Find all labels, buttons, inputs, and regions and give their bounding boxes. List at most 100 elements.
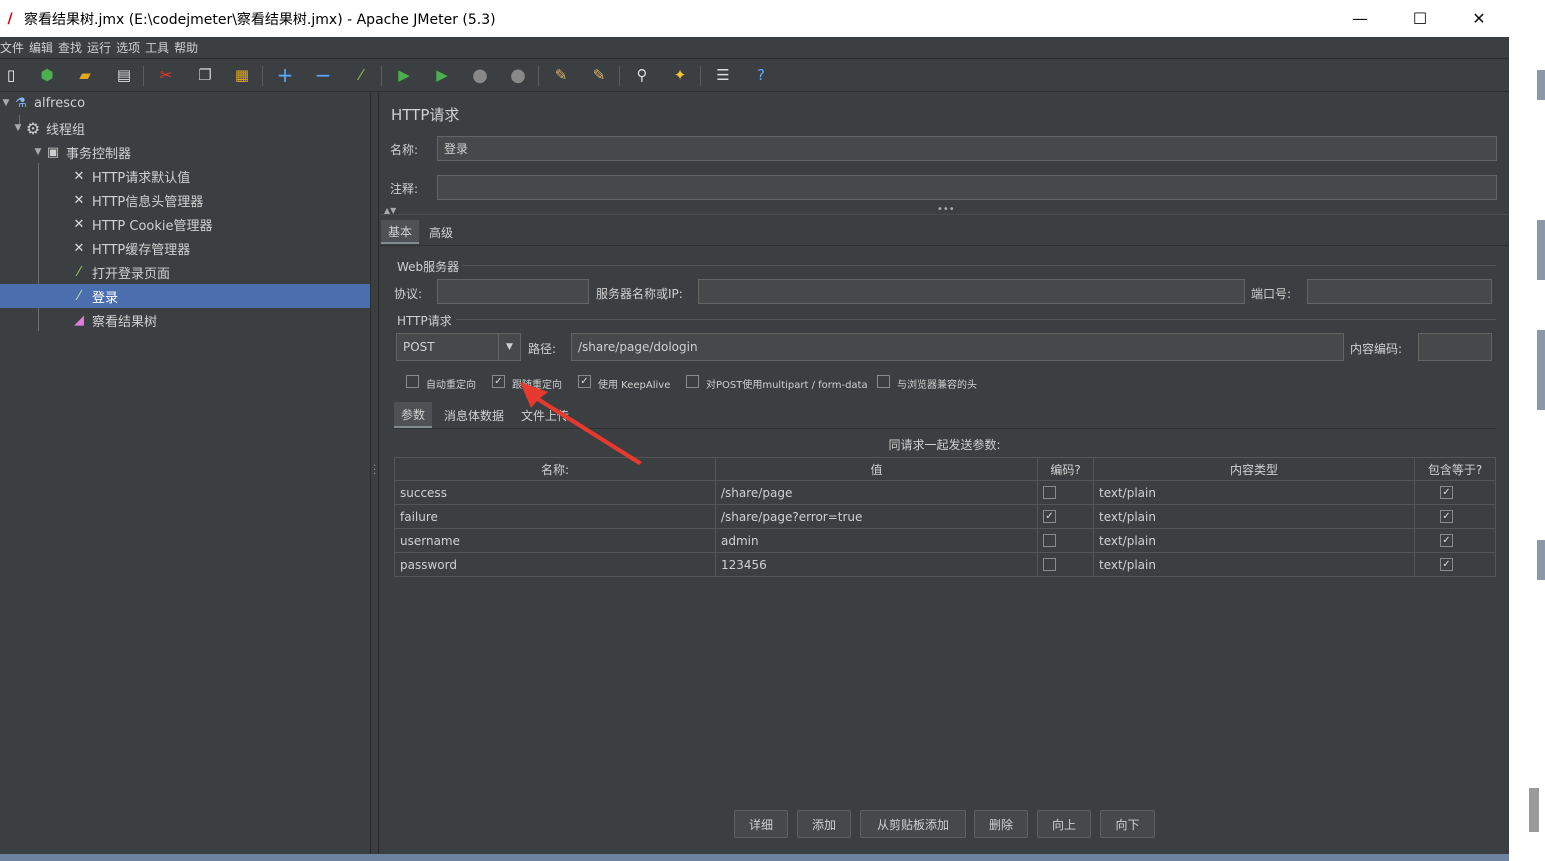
follow-redirect-checkbox[interactable]: ✓	[492, 375, 505, 388]
window-title: 察看结果树.jmx (E:\codejmeter\察看结果树.jmx) - Ap…	[24, 11, 496, 28]
reset-search-icon[interactable]: ✦	[669, 64, 691, 86]
path-input[interactable]: /share/page/dologin	[571, 333, 1344, 361]
menu-edit[interactable]: 编辑	[29, 39, 58, 56]
collapse-toggle-icon[interactable]: ▼	[0, 98, 12, 108]
table-cell-value[interactable]: admin	[716, 529, 1038, 553]
tab-body-data[interactable]: 消息体数据	[437, 402, 511, 428]
table-cell-content-type[interactable]: text/plain	[1094, 505, 1415, 529]
path-label: 路径:	[528, 342, 557, 356]
expand-icon[interactable]: +	[274, 63, 296, 87]
pane-splitter[interactable]: · · ·	[370, 93, 379, 861]
tree-node-cache-manager[interactable]: ✕ HTTP缓存管理器	[0, 236, 370, 260]
copy-icon[interactable]: ❐	[194, 64, 216, 86]
delete-button[interactable]: 删除	[974, 810, 1028, 838]
toolbar-separator	[700, 66, 701, 86]
multipart-checkbox[interactable]	[686, 375, 699, 388]
browser-headers-checkbox[interactable]	[877, 375, 890, 388]
start-icon[interactable]: ▶	[393, 64, 415, 86]
test-plan-tree: ▼ ⚗ alfresco ▼ ⚙ 线程组 ▼ ▣ 事务控制器 ✕ HTTP请求默…	[0, 93, 370, 861]
divider-grip-icon[interactable]: •••	[937, 204, 955, 215]
help-icon[interactable]: ?	[750, 64, 772, 86]
detail-button[interactable]: 详细	[734, 810, 788, 838]
table-cell-content-type[interactable]: text/plain	[1094, 481, 1415, 505]
menu-options[interactable]: 选项	[116, 39, 145, 56]
move-down-button[interactable]: 向下	[1100, 810, 1155, 838]
collapse-icon[interactable]: −	[312, 63, 334, 87]
move-up-button[interactable]: 向上	[1037, 810, 1091, 838]
name-input[interactable]: 登录	[437, 136, 1497, 161]
table-cell-content-type[interactable]: text/plain	[1094, 529, 1415, 553]
menu-help[interactable]: 帮助	[174, 39, 203, 56]
clear-icon[interactable]: ✎	[550, 64, 572, 86]
templates-icon[interactable]: ⬢	[36, 64, 58, 86]
table-cell-value[interactable]: 123456	[716, 553, 1038, 577]
column-header-encode[interactable]: 编码?	[1038, 457, 1094, 481]
minimize-button[interactable]: —	[1331, 0, 1389, 37]
include-equals-checkbox[interactable]: ✓	[1440, 534, 1453, 547]
collapse-arrows-icon[interactable]: ▲▼	[384, 206, 396, 215]
comment-input[interactable]	[437, 175, 1497, 200]
tree-node-label: 察看结果树	[92, 314, 158, 330]
tree-node-header-manager[interactable]: ✕ HTTP信息头管理器	[0, 188, 370, 212]
config-tools-icon: ✕	[73, 168, 85, 184]
close-button[interactable]: ✕	[1450, 0, 1508, 37]
tree-node-thread-group[interactable]: ▼ ⚙ 线程组	[0, 116, 370, 140]
tree-node-results-tree[interactable]: ◢ 察看结果树	[0, 308, 370, 332]
tree-node-cookie-manager[interactable]: ✕ HTTP Cookie管理器	[0, 212, 370, 236]
paste-icon[interactable]: ▦	[231, 64, 253, 86]
toggle-icon[interactable]: ⁄	[350, 64, 372, 86]
table-cell-value[interactable]: /share/page?error=true	[716, 505, 1038, 529]
collapse-toggle-icon[interactable]: ▼	[32, 147, 44, 157]
include-equals-checkbox[interactable]: ✓	[1440, 486, 1453, 499]
shutdown-icon[interactable]: ●	[507, 64, 529, 86]
server-input[interactable]	[698, 279, 1245, 304]
table-cell-name[interactable]: failure	[394, 505, 716, 529]
add-button[interactable]: 添加	[797, 810, 851, 838]
auto-redirect-checkbox[interactable]	[406, 375, 419, 388]
config-tools-icon: ✕	[73, 240, 85, 256]
tree-node-root[interactable]: ▼ ⚗ alfresco	[0, 91, 370, 115]
tree-node-login[interactable]: ⁄ 登录	[0, 284, 370, 308]
search-binoculars-icon[interactable]: ⚲	[631, 64, 653, 86]
start-no-pause-icon[interactable]: ▶	[431, 64, 453, 86]
tab-basic[interactable]: 基本	[381, 220, 420, 244]
menu-run[interactable]: 运行	[87, 39, 116, 56]
column-header-include-equals[interactable]: 包含等于?	[1415, 457, 1496, 481]
encode-checkbox[interactable]: ✓	[1043, 510, 1056, 523]
cut-icon[interactable]: ✂	[155, 64, 177, 86]
stop-icon[interactable]: ●	[469, 64, 491, 86]
protocol-input[interactable]	[437, 279, 589, 304]
tab-advanced[interactable]: 高级	[422, 220, 460, 244]
maximize-button[interactable]: ☐	[1391, 0, 1449, 37]
table-cell-content-type[interactable]: text/plain	[1094, 553, 1415, 577]
table-cell-value[interactable]: /share/page	[716, 481, 1038, 505]
include-equals-checkbox[interactable]: ✓	[1440, 558, 1453, 571]
menu-tools[interactable]: 工具	[145, 39, 174, 56]
new-icon[interactable]: ▯	[0, 64, 22, 86]
port-input[interactable]	[1307, 279, 1492, 304]
save-icon[interactable]: ▤	[113, 64, 135, 86]
tree-node-controller[interactable]: ▼ ▣ 事务控制器	[0, 140, 370, 164]
encoding-input[interactable]	[1418, 333, 1492, 361]
menu-file[interactable]: 文件	[0, 39, 29, 56]
clear-all-icon[interactable]: ✎	[588, 64, 610, 86]
table-cell-name[interactable]: password	[394, 553, 716, 577]
column-header-value[interactable]: 值	[716, 457, 1038, 481]
collapse-toggle-icon[interactable]: ▼	[12, 123, 24, 133]
method-select[interactable]: POST ▼	[396, 333, 521, 361]
menu-search[interactable]: 查找	[58, 39, 87, 56]
encode-checkbox[interactable]	[1043, 486, 1056, 499]
tree-node-open-login[interactable]: ⁄ 打开登录页面	[0, 260, 370, 284]
column-header-content-type[interactable]: 内容类型	[1094, 457, 1415, 481]
open-icon[interactable]: ▰	[74, 64, 96, 86]
table-cell-name[interactable]: success	[394, 481, 716, 505]
tab-parameters[interactable]: 参数	[394, 402, 433, 428]
include-equals-checkbox[interactable]: ✓	[1440, 510, 1453, 523]
chevron-down-icon[interactable]: ▼	[498, 334, 520, 360]
encode-checkbox[interactable]	[1043, 558, 1056, 571]
table-cell-name[interactable]: username	[394, 529, 716, 553]
tree-node-http-defaults[interactable]: ✕ HTTP请求默认值	[0, 164, 370, 188]
add-from-clipboard-button[interactable]: 从剪贴板添加	[860, 810, 966, 838]
encode-checkbox[interactable]	[1043, 534, 1056, 547]
function-helper-icon[interactable]: ☰	[712, 64, 734, 86]
